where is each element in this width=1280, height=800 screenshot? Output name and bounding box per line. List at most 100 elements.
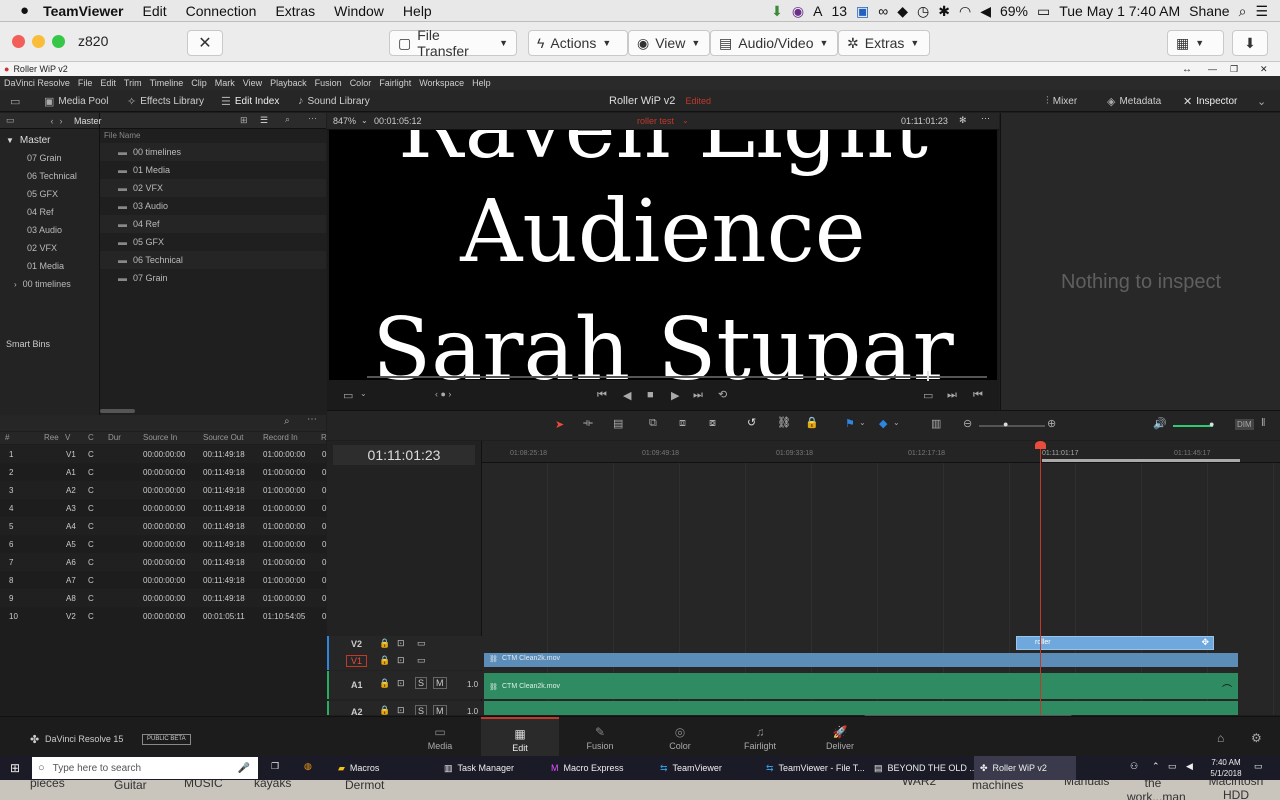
- list-icon[interactable]: ☰: [1255, 3, 1268, 20]
- timeline-area[interactable]: 01:08:25:18 01:09:49:18 01:09:33:18 01:1…: [482, 441, 1280, 719]
- zoom-out-icon[interactable]: ⊖: [963, 417, 972, 430]
- menu-view[interactable]: View: [243, 78, 262, 88]
- edl-row[interactable]: 10 V2 C 00:00:00:00 00:01:05:11 01:10:54:05 0: [0, 607, 326, 625]
- folder-item[interactable]: ▬ 04 Ref: [100, 215, 326, 233]
- layout-button[interactable]: ▦ ▼: [1167, 30, 1224, 56]
- battery-icon[interactable]: ▭: [1037, 3, 1050, 20]
- loop-icon[interactable]: ⟲: [718, 388, 727, 401]
- notification-icon[interactable]: ▭: [1254, 761, 1263, 772]
- extras-button[interactable]: ✲ Extras ▼: [838, 30, 930, 56]
- stop-icon[interactable]: ■: [647, 389, 654, 401]
- track-v2[interactable]: V2 🔒 ⊡ ▭: [327, 636, 482, 653]
- mixer-button[interactable]: ⫶ Mixer: [1046, 94, 1077, 108]
- view-button[interactable]: ◉ View ▼: [628, 30, 710, 56]
- menu-mark[interactable]: Mark: [215, 78, 235, 88]
- chevron-down-icon[interactable]: ⌄: [859, 418, 866, 427]
- chevron-down-icon[interactable]: ⌄: [360, 389, 367, 398]
- page-deliver[interactable]: 🚀 Deliver: [801, 717, 879, 757]
- bin-item[interactable]: 07 Grain: [0, 149, 62, 167]
- page-fairlight[interactable]: ♫ Fairlight: [721, 717, 799, 757]
- taskbar-item[interactable]: ▥ Task Manager: [438, 756, 520, 780]
- mac-menu-window[interactable]: Window: [334, 3, 384, 19]
- edl-col-reel[interactable]: Ree: [44, 433, 59, 442]
- desktop-item[interactable]: the work...man: [1127, 780, 1186, 800]
- taskbar-search[interactable]: ○ Type here to search 🎤: [32, 757, 258, 779]
- blade-tool-icon[interactable]: ▤: [613, 417, 623, 430]
- download-icon[interactable]: ⬇: [771, 3, 783, 20]
- desktop-item[interactable]: pieces: [30, 780, 65, 790]
- menu-timeline[interactable]: Timeline: [150, 78, 184, 88]
- play-reverse-icon[interactable]: ◀: [623, 389, 631, 402]
- minimize-icon[interactable]: —: [1208, 64, 1217, 74]
- forward-icon[interactable]: ›: [60, 116, 63, 126]
- taskbar-clock[interactable]: 7:40 AM 5/1/2018: [1205, 757, 1247, 779]
- bin-item[interactable]: 02 VFX: [0, 239, 57, 257]
- scrubber-bar[interactable]: [367, 376, 987, 378]
- minimize-window-button[interactable]: [32, 35, 45, 48]
- settings-icon[interactable]: ⚙: [1251, 731, 1262, 745]
- task-view-icon[interactable]: ❐: [271, 761, 279, 772]
- auto-select-icon[interactable]: ⊡: [397, 638, 405, 649]
- video-frame[interactable]: Raven Light Audience Sarah Stupar: [329, 130, 997, 380]
- menu-workspace[interactable]: Workspace: [419, 78, 464, 88]
- track-a1[interactable]: A1 🔒 ⊡ S M 1.0: [327, 671, 482, 699]
- tray-chevron-icon[interactable]: ⌃: [1152, 761, 1160, 772]
- folder-item[interactable]: ▬ 01 Media: [100, 161, 326, 179]
- marker-icon[interactable]: ◆: [879, 417, 887, 430]
- smart-bins[interactable]: Smart Bins: [0, 335, 50, 353]
- metadata-button[interactable]: ◈ Metadata: [1107, 94, 1161, 108]
- lock-icon[interactable]: 🔒: [379, 705, 390, 715]
- speaker-icon[interactable]: 🔊: [1153, 417, 1167, 430]
- desktop-item[interactable]: MUSIC: [184, 780, 223, 790]
- desktop-item[interactable]: kayaks: [254, 780, 291, 790]
- playhead[interactable]: [1040, 441, 1041, 715]
- page-media[interactable]: ▭ Media: [401, 717, 479, 757]
- thumbnail-view-icon[interactable]: ⊞: [240, 115, 248, 126]
- disable-track-icon[interactable]: ▭: [417, 638, 426, 649]
- home-icon[interactable]: ⌂: [1217, 731, 1224, 745]
- clip-a1[interactable]: ⛓ CTM Clean2k.mov ⌒: [484, 673, 1238, 699]
- edl-row[interactable]: 1 V1 C 00:00:00:00 00:11:49:18 01:00:00:00 0: [0, 445, 326, 463]
- clip-selector[interactable]: roller test: [637, 116, 674, 126]
- edl-row[interactable]: 4 A3 C 00:00:00:00 00:11:49:18 01:00:00:00 0: [0, 499, 326, 517]
- actions-button[interactable]: ϟ Actions ▼: [528, 30, 628, 56]
- menu-playback[interactable]: Playback: [270, 78, 307, 88]
- mac-menu-extras[interactable]: Extras: [275, 3, 315, 19]
- infinity-icon[interactable]: ∞: [878, 3, 888, 19]
- playhead-handle[interactable]: [1035, 441, 1046, 449]
- desktop-item[interactable]: Manuals: [1064, 780, 1109, 788]
- zoom-in-icon[interactable]: ⊕: [1047, 417, 1056, 430]
- volume-slider[interactable]: [1173, 425, 1213, 427]
- folder-item[interactable]: ▬ 06 Technical: [100, 251, 326, 269]
- file-transfer-button[interactable]: ▢ File Transfer ▼: [389, 27, 517, 59]
- search-icon[interactable]: ⌕: [285, 114, 290, 125]
- folder-item[interactable]: ▬ 02 VFX: [100, 179, 326, 197]
- desktop-item[interactable]: Guitar: [114, 780, 147, 792]
- zoom-window-button[interactable]: [52, 35, 65, 48]
- menu-clip[interactable]: Clip: [191, 78, 207, 88]
- dim-button[interactable]: DIM: [1235, 419, 1254, 430]
- taskbar-item[interactable]: ▤ BEYOND THE OLD ...: [868, 756, 983, 780]
- chevron-down-icon[interactable]: ⌄: [893, 418, 900, 427]
- zoom-level[interactable]: 847%: [333, 116, 356, 126]
- lock-icon[interactable]: 🔒: [379, 678, 390, 689]
- more-options-icon[interactable]: ⋯: [308, 113, 317, 124]
- taskbar-item[interactable]: M Macro Express: [545, 756, 630, 780]
- inspector-button[interactable]: ✕ Inspector: [1183, 94, 1237, 108]
- volume-slider-handle[interactable]: ●: [1209, 419, 1214, 429]
- menu-davinci[interactable]: DaVinci Resolve: [4, 78, 70, 88]
- playhead-marker[interactable]: [927, 371, 929, 381]
- overwrite-clip-icon[interactable]: ⧈: [679, 417, 686, 430]
- edl-row[interactable]: 8 A7 C 00:00:00:00 00:11:49:18 01:00:00:00 0: [0, 571, 326, 589]
- panel-layout-icon[interactable]: ▭: [6, 115, 15, 126]
- close-session-button[interactable]: ✕: [187, 30, 223, 56]
- horizontal-scrollbar[interactable]: [100, 409, 135, 413]
- snapping-icon[interactable]: ↺: [747, 416, 756, 429]
- search-icon[interactable]: ⌕: [284, 416, 290, 427]
- mac-app-name[interactable]: TeamViewer: [43, 3, 123, 19]
- auto-select-icon[interactable]: ⊡: [397, 678, 405, 689]
- bin-item[interactable]: 03 Audio: [0, 221, 62, 239]
- bin-item[interactable]: 05 GFX: [0, 185, 58, 203]
- menu-color[interactable]: Color: [350, 78, 372, 88]
- flag-icon[interactable]: ⚑: [845, 417, 855, 430]
